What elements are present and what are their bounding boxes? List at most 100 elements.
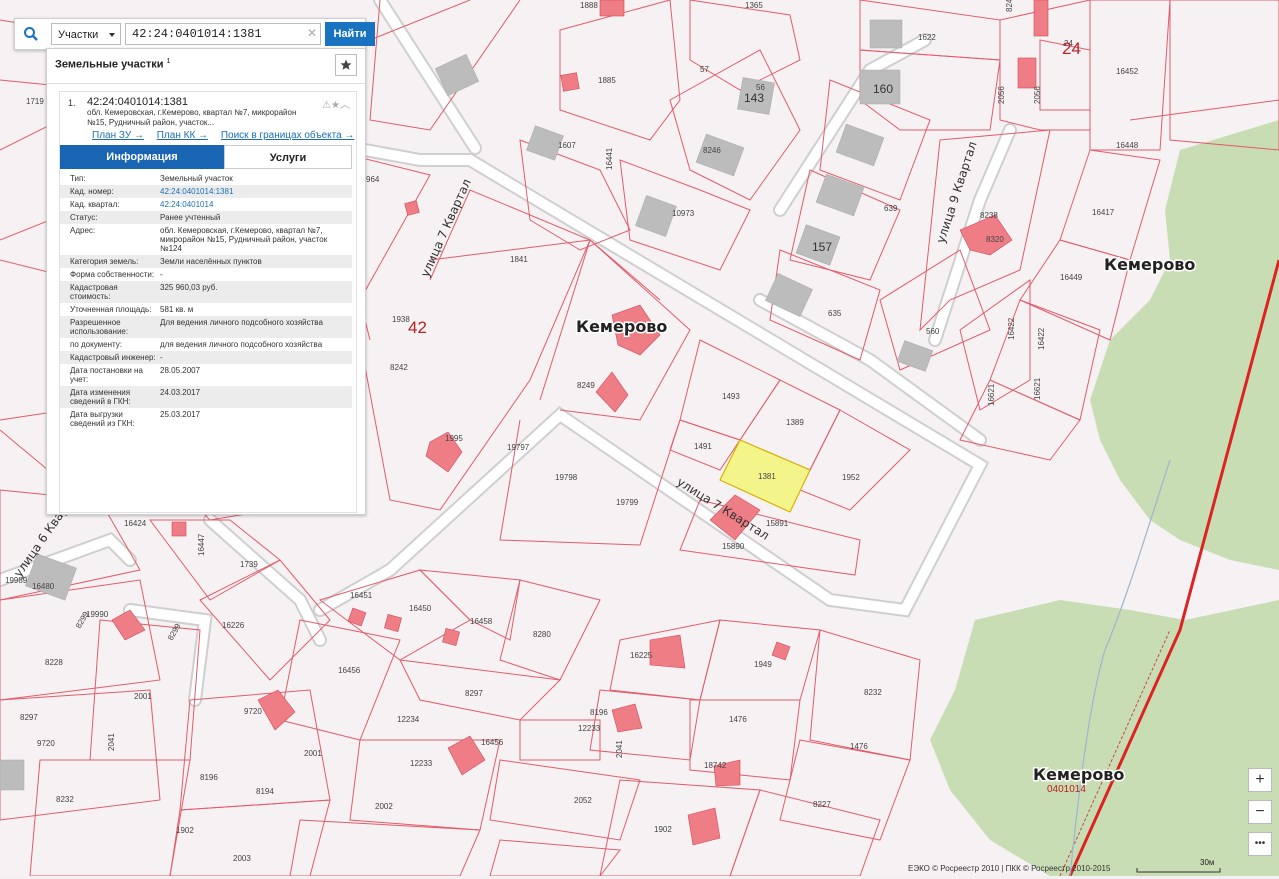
info-key: Уточненная площадь:: [70, 305, 152, 314]
zoom-in-button[interactable]: +: [1248, 768, 1272, 792]
warning-icon[interactable]: ⚠: [322, 100, 331, 111]
parcel-number: 15890: [722, 542, 745, 551]
plan-kk-link[interactable]: План КК →: [157, 130, 208, 141]
city-label: Кемерово: [576, 317, 667, 336]
info-key: Дата постановки на учет:: [70, 366, 143, 384]
chevron-up-icon[interactable]: ︿: [340, 100, 350, 111]
info-value: 24.03.2017: [160, 386, 352, 408]
tab-services[interactable]: Услуги: [224, 145, 352, 169]
search-type-select[interactable]: Участки: [51, 23, 121, 45]
info-value: 28.05.2007: [160, 366, 201, 375]
parcel-number: 19799: [616, 498, 639, 507]
zoom-out-button[interactable]: −: [1248, 800, 1272, 824]
result-tabs: Информация Услуги: [60, 145, 354, 169]
info-row: Дата выгрузки сведений из ГКН: 25.03.2017: [60, 408, 352, 430]
info-key: Дата выгрузки сведений из ГКН:: [70, 410, 135, 428]
parcel-number: 16449: [1060, 273, 1083, 282]
info-key: Кад. квартал:: [70, 200, 120, 209]
card-tools: ⚠★︿: [322, 96, 350, 111]
info-row: Кадастровый инженер: -: [60, 351, 352, 364]
parcel-number: 12234: [397, 715, 420, 724]
result-links: План ЗУ → План КК → Поиск в границах объ…: [92, 130, 364, 141]
info-row: Категория земель: Земли населённых пункто…: [60, 255, 352, 268]
house-number: 143: [744, 91, 764, 105]
info-value[interactable]: 42:24:0401014: [160, 198, 352, 211]
parcel-number: 2003: [233, 854, 251, 863]
info-row: Кадастровая стоимость: 325 960,03 руб.: [60, 281, 352, 303]
parcel-number: 1888: [580, 1, 598, 10]
parcel-number: 1841: [510, 255, 528, 264]
parcel-number: 18742: [704, 761, 727, 770]
parcel-number: 16451: [350, 591, 373, 600]
parcel-number: 1719: [26, 97, 44, 106]
star-icon[interactable]: ★: [331, 100, 340, 111]
parcel-number: 8227: [813, 800, 831, 809]
parcel-number: 8238: [980, 211, 998, 220]
parcel-number: 19989: [5, 576, 28, 585]
parcel-number: 2002: [375, 802, 393, 811]
parcel-number: 16480: [32, 582, 55, 591]
info-row: Уточненная площадь: 581 кв. м: [60, 303, 352, 316]
parcel-number: 9720: [37, 739, 55, 748]
info-key: Кадастровый инженер:: [60, 351, 160, 364]
parcel-number: 964: [366, 175, 380, 184]
parcel-number: 16448: [1116, 141, 1139, 150]
parcel-number: 19797: [507, 443, 530, 452]
result-index: 1.: [68, 98, 76, 108]
parcel-number: 10973: [672, 209, 695, 218]
favorite-button[interactable]: [335, 54, 357, 76]
search-input[interactable]: [125, 23, 321, 45]
info-value: обл. Кемеровская, г.Кемерово, квартал №7…: [160, 226, 328, 253]
info-row: по документу: для ведения личного подсобн…: [60, 338, 352, 351]
info-value: -: [160, 270, 163, 279]
tab-information[interactable]: Информация: [60, 145, 224, 169]
parcel-number: 16441: [605, 147, 614, 170]
parcel-number: 1952: [842, 473, 860, 482]
info-value: 25.03.2017: [160, 410, 201, 419]
parcel-number: 8232: [864, 688, 882, 697]
parcel-number: 16450: [409, 604, 432, 613]
info-row: Кад. квартал: 42:24:0401014: [60, 198, 352, 211]
parcel-number: 12233: [410, 759, 433, 768]
house-number: 157: [812, 240, 832, 254]
parcel-number: 15891: [766, 519, 789, 528]
parcel-number: 1739: [240, 560, 258, 569]
quarter-number: 24: [1062, 39, 1081, 58]
search-button[interactable]: Найти: [325, 22, 375, 46]
info-key: Форма собственности:: [70, 270, 155, 279]
parcel-number: 16447: [197, 533, 206, 556]
info-key: Кад. номер:: [60, 185, 160, 198]
panel-title: Земельные участки 1: [55, 58, 171, 71]
parcel-number: 8320: [986, 235, 1004, 244]
result-cad-number[interactable]: 42:24:0401014:1381: [87, 96, 188, 108]
parcel-number: 2041: [615, 740, 624, 758]
panel-header: Земельные участки 1: [47, 49, 365, 84]
parcel-number: 1607: [558, 141, 576, 150]
parcel-number: 1476: [850, 742, 868, 751]
parcel-number: 8232: [56, 795, 74, 804]
parcel-number: 1476: [729, 715, 747, 724]
plan-zu-link[interactable]: План ЗУ →: [92, 130, 144, 141]
parcel-number: 1995: [445, 434, 463, 443]
search-icon[interactable]: [15, 19, 47, 49]
clear-icon[interactable]: ✕: [307, 26, 317, 40]
parcel-number: 2052: [574, 796, 592, 805]
parcel-number: 8249: [577, 381, 595, 390]
parcel-number: 2056: [1033, 86, 1042, 104]
parcel-number: 2001: [304, 749, 322, 758]
info-value: Земли населённых пунктов: [160, 255, 352, 268]
parcel-number: 57: [700, 65, 709, 74]
results-panel: Земельные участки 1 1. 42:24:0401014:138…: [46, 48, 366, 515]
info-key: Адрес:: [70, 226, 96, 235]
info-value[interactable]: 42:24:0401014:1381: [160, 185, 352, 198]
more-button[interactable]: •••: [1248, 832, 1272, 856]
parcel-number: 1902: [176, 826, 194, 835]
info-row: Дата изменения сведений в ГКН: 24.03.2017: [60, 386, 352, 408]
parcel-number: 9720: [244, 707, 262, 716]
search-in-bounds-link[interactable]: Поиск в границах объекта →: [221, 130, 355, 141]
info-value: 581 кв. м: [160, 305, 194, 314]
parcel-number: 16456: [481, 738, 504, 747]
parcel-number: 16452: [1116, 67, 1139, 76]
info-row: Разрешенное использование: Для ведения ли…: [60, 316, 352, 338]
parcel-number: 2001: [134, 692, 152, 701]
